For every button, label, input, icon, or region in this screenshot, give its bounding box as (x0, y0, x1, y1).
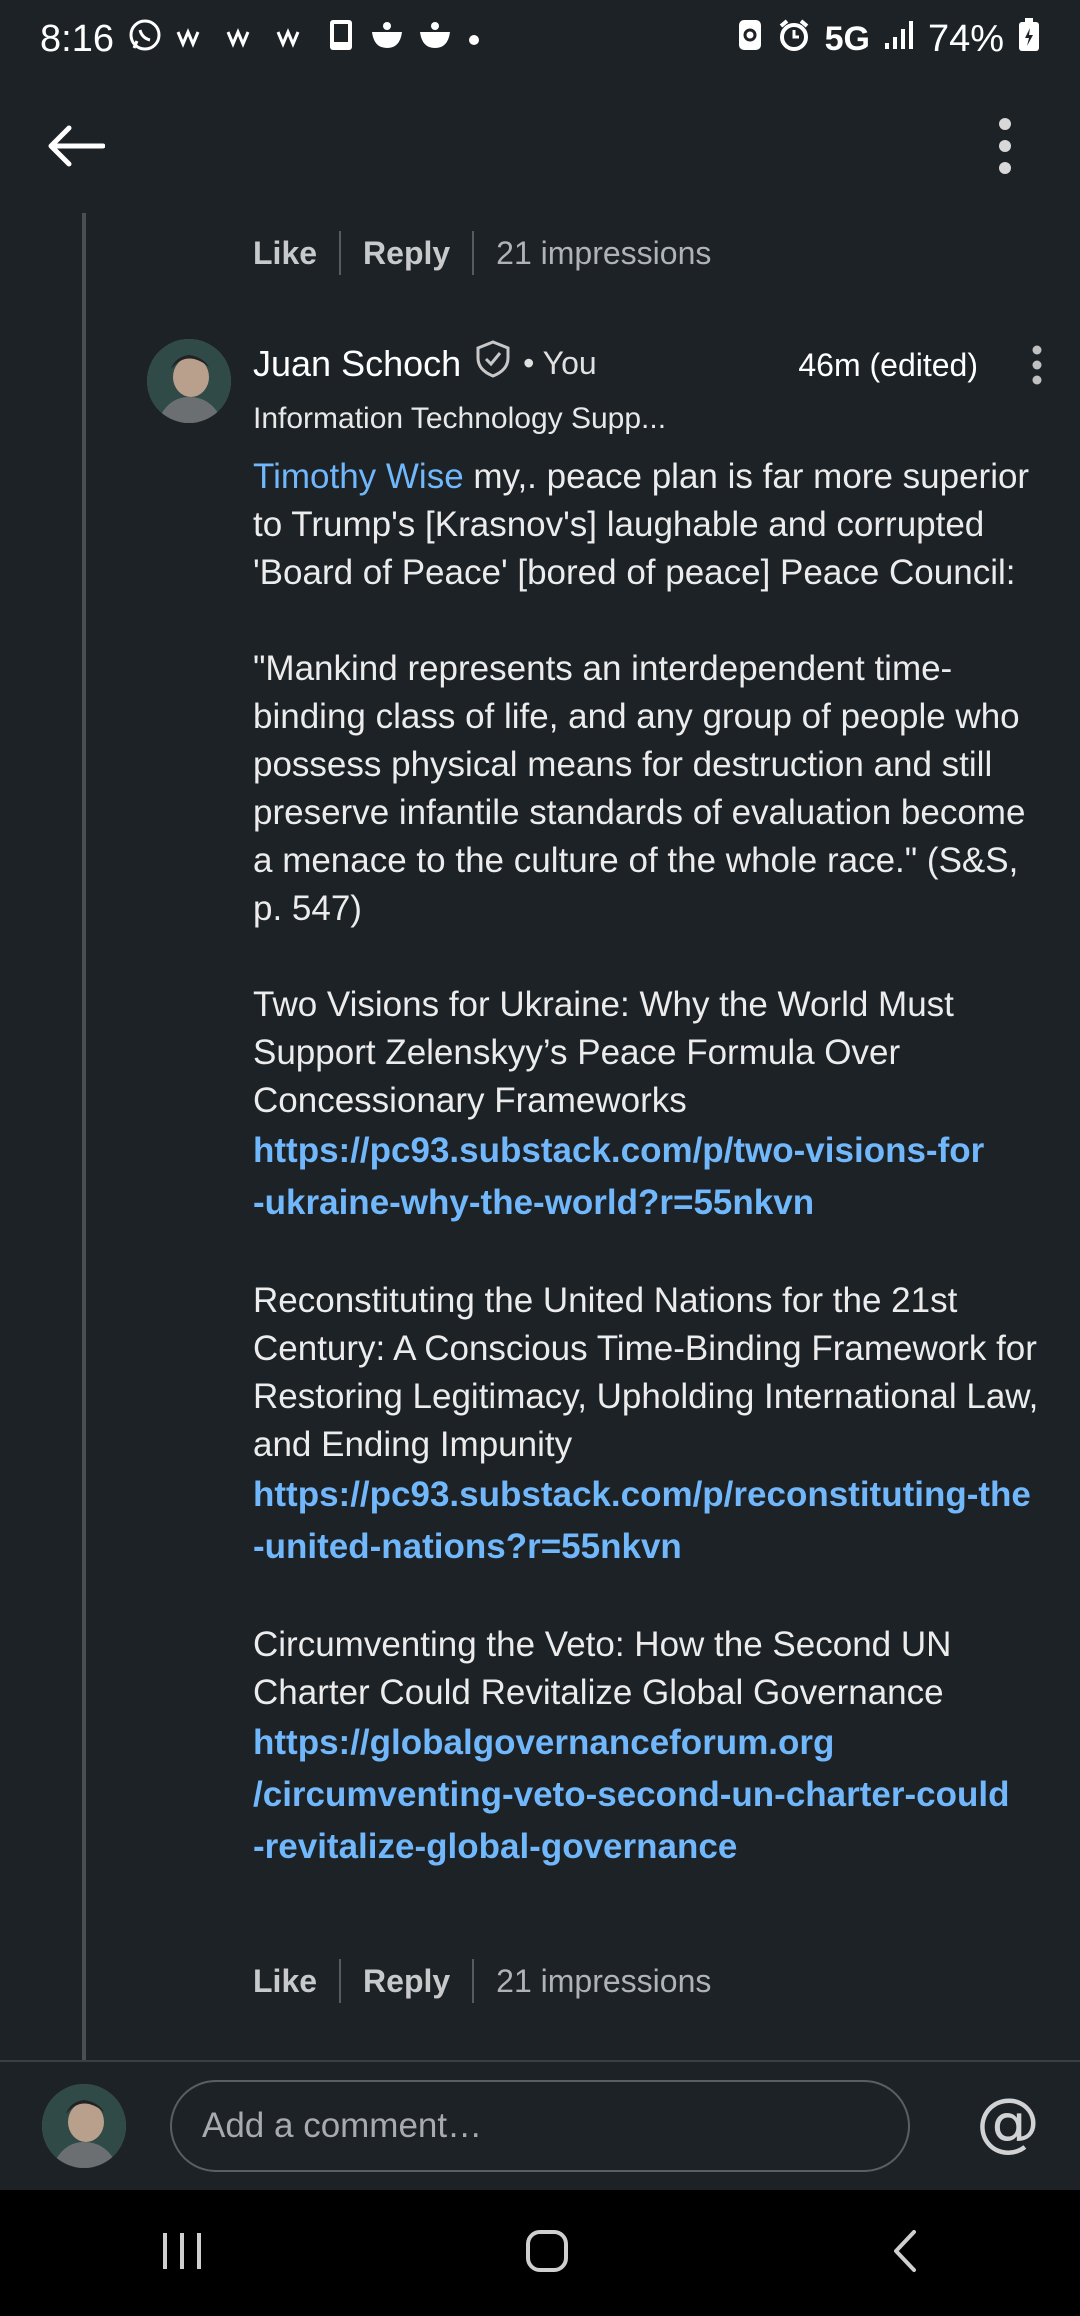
url-link[interactable]: https://pc93.substack.com/p/two-visions-… (253, 1125, 1053, 1177)
comment-body: Timothy Wise my,. peace plan is far more… (253, 453, 1053, 1921)
impressions-count[interactable]: 21 impressions (496, 235, 711, 272)
comment-composer: Add a comment… @ (0, 2060, 1080, 2190)
status-time: 8:16 (40, 17, 114, 60)
author-name[interactable]: Juan Schoch (253, 343, 461, 385)
comment-paragraph: Timothy Wise my,. peace plan is far more… (253, 453, 1053, 597)
notification-icon (176, 22, 212, 56)
app-bar (0, 78, 1080, 213)
system-nav-bar (0, 2190, 1080, 2316)
bowl-icon (418, 20, 452, 58)
quote-paragraph: "Mankind represents an interdependent ti… (253, 649, 1026, 928)
paragraph-text: Reconstituting the United Nations for th… (253, 1281, 1039, 1464)
comment-time: 46m (edited) (798, 347, 978, 383)
divider (472, 231, 475, 275)
notification-icon (276, 22, 312, 56)
url-link[interactable]: /circumventing-veto-second-un-charter-co… (253, 1769, 1053, 1821)
url-link[interactable]: https://pc93.substack.com/p/reconstituti… (253, 1469, 1053, 1521)
divider (339, 1959, 342, 2003)
reply-button[interactable]: Reply (363, 1963, 450, 2000)
whatsapp-icon (128, 18, 162, 60)
url-link[interactable]: -revitalize-global-governance (253, 1821, 1053, 1873)
you-label: • You (523, 345, 597, 381)
status-left: 8:16 (40, 18, 482, 61)
status-right: 5G 74% (737, 18, 1040, 61)
battery-percent: 74% (927, 17, 1004, 60)
divider (472, 1959, 475, 2003)
status-bar: 8:16 5G 74% (0, 0, 1080, 78)
network-label: 5G (824, 19, 870, 58)
comment-paragraph: Reconstituting the United Nations for th… (253, 1277, 1053, 1573)
comment-thread[interactable]: Like Reply 21 impressions Juan Schoch • … (0, 213, 1080, 2060)
avatar (42, 2084, 126, 2168)
recents-icon[interactable] (160, 2229, 204, 2278)
more-vertical-icon[interactable] (970, 111, 1040, 181)
author-headline: Information Technology Supp... (253, 402, 667, 435)
battery-icon (1018, 18, 1040, 60)
bowl-icon (370, 20, 404, 58)
divider (339, 231, 342, 275)
url-link[interactable]: -united-nations?r=55nkvn (253, 1521, 1053, 1573)
comment-header: Juan Schoch • You 46m (edited) Informati… (253, 339, 1043, 436)
comment-actions: Like Reply 21 impressions (253, 1959, 711, 2003)
comment-placeholder: Add a comment… (202, 2106, 483, 2145)
like-button[interactable]: Like (253, 1963, 317, 2000)
impressions-count[interactable]: 21 impressions (496, 1963, 711, 2000)
comment-paragraph: Two Visions for Ukraine: Why the World M… (253, 981, 1053, 1229)
back-icon[interactable] (890, 2228, 920, 2279)
verified-shield-icon (473, 339, 513, 388)
recycle-icon (737, 18, 763, 60)
home-icon[interactable] (524, 2228, 570, 2279)
paragraph-text: Two Visions for Ukraine: Why the World M… (253, 985, 954, 1120)
url-link[interactable]: -ukraine-why-the-world?r=55nkvn (253, 1177, 1053, 1229)
comment-input[interactable]: Add a comment… (170, 2080, 910, 2172)
signal-icon (884, 19, 914, 59)
prev-comment-actions: Like Reply 21 impressions (253, 231, 711, 275)
comment-paragraph: Circumventing the Veto: How the Second U… (253, 1621, 1053, 1873)
mention-link[interactable]: Timothy Wise (253, 457, 464, 496)
reply-button[interactable]: Reply (363, 235, 450, 272)
dot-icon (466, 22, 482, 56)
mention-button[interactable]: @ (976, 2086, 1040, 2160)
comment-more-icon[interactable] (1031, 345, 1043, 390)
avatar[interactable] (147, 339, 231, 423)
paragraph-text: Circumventing the Veto: How the Second U… (253, 1625, 952, 1712)
alarm-icon (777, 18, 811, 60)
arrow-left-icon[interactable] (40, 111, 110, 181)
url-link[interactable]: https://globalgovernanceforum.org (253, 1717, 1053, 1769)
notification-icon (226, 22, 262, 56)
phone-icon (326, 18, 356, 60)
thread-line (82, 213, 86, 2060)
like-button[interactable]: Like (253, 235, 317, 272)
